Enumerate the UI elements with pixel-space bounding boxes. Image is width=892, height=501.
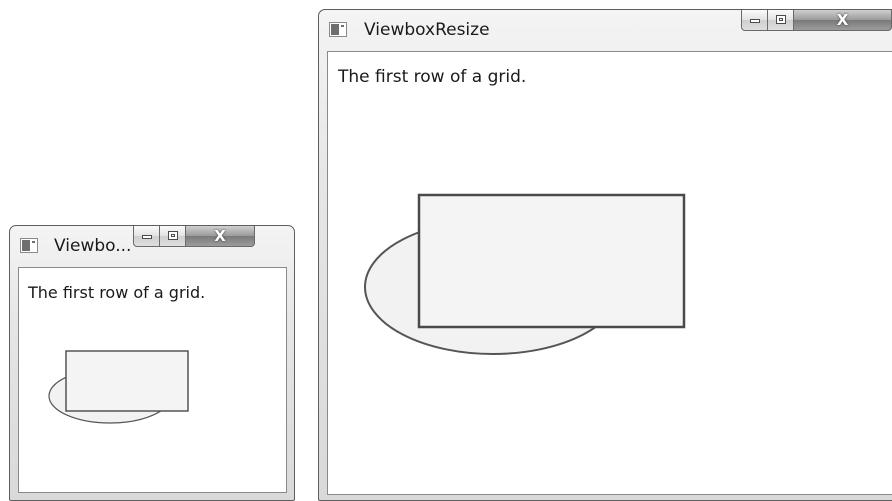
close-button[interactable]: X [794,10,892,31]
close-icon: X [836,11,849,29]
maximize-button[interactable] [768,10,794,31]
maximize-icon [776,15,786,24]
minimize-icon [142,235,152,239]
caption-buttons: X [741,10,892,32]
client-area: The first row of a grid. [327,51,892,495]
minimize-button[interactable] [741,10,768,31]
maximize-button[interactable] [160,226,186,247]
viewbox-shapes [364,193,686,355]
minimize-icon [750,19,760,23]
close-icon: X [214,227,226,245]
rectangle-shape [65,350,189,412]
app-window-icon[interactable] [20,238,38,253]
client-area: The first row of a grid. [18,267,287,493]
app-window-icon[interactable] [329,22,347,37]
window-small: Viewbo... X The first row of a grid. [9,225,295,501]
window-title: Viewbo... [54,236,132,256]
window-large: ViewboxResize X The first row of a grid. [318,9,892,501]
title-bar[interactable]: ViewboxResize X [319,10,892,48]
minimize-button[interactable] [133,226,160,247]
close-button[interactable]: X [186,226,255,247]
title-bar[interactable]: Viewbo... X [10,226,294,264]
maximize-icon [168,231,178,240]
window-title: ViewboxResize [364,20,490,40]
rectangle-shape [417,193,686,329]
caption-buttons: X [133,226,255,248]
viewbox-shapes [48,350,189,424]
